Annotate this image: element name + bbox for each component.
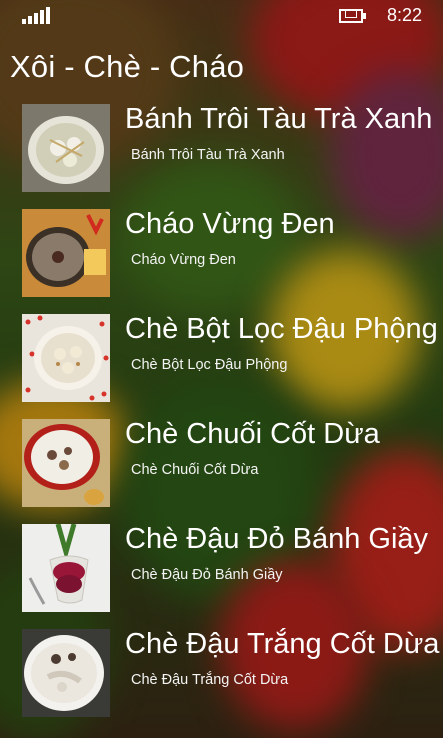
list-item[interactable]: Cháo Vừng Đen Cháo Vừng Đen [0,208,443,301]
signal-strength-icon [22,6,50,24]
recipe-subtitle: Chè Đậu Đỏ Bánh Giầy [131,567,283,583]
recipe-title: Chè Đậu Đỏ Bánh Giầy [125,523,429,555]
recipe-subtitle: Chè Bột Lọc Đậu Phộng [131,357,288,373]
recipe-title: Chè Chuối Cốt Dừa [125,418,380,450]
list-item[interactable]: Bánh Trôi Tàu Trà Xanh Bánh Trôi Tàu Trà… [0,103,443,196]
list-item[interactable]: Chè Đậu Đỏ Bánh Giầy Chè Đậu Đỏ Bánh Giầ… [0,523,443,616]
page-title: Xôi - Chè - Cháo [10,49,245,84]
recipe-thumbnail [22,209,110,297]
recipe-thumbnail [22,419,110,507]
battery-charging-icon [339,9,367,23]
recipe-thumbnail [22,629,110,717]
recipe-title: Chè Bột Lọc Đậu Phộng [125,313,438,345]
status-time: 8:22 [387,5,423,25]
recipe-subtitle: Cháo Vừng Đen [131,252,236,268]
status-bar: 8:22 [0,0,443,32]
recipe-title: Cháo Vừng Đen [125,208,335,240]
recipe-thumbnail [22,314,110,402]
recipe-subtitle: Chè Đậu Trắng Cốt Dừa [131,672,289,688]
recipe-title: Bánh Trôi Tàu Trà Xanh [125,103,433,135]
recipe-thumbnail [22,524,110,612]
list-item[interactable]: Chè Chuối Cốt Dừa Chè Chuối Cốt Dừa [0,418,443,511]
list-item[interactable]: Chè Đậu Trắng Cốt Dừa Chè Đậu Trắng Cốt … [0,628,443,721]
recipe-thumbnail [22,104,110,192]
recipe-title: Chè Đậu Trắng Cốt Dừa [125,628,440,660]
list-item[interactable]: Chè Bột Lọc Đậu Phộng Chè Bột Lọc Đậu Ph… [0,313,443,406]
recipe-subtitle: Chè Chuối Cốt Dừa [131,462,259,478]
recipe-subtitle: Bánh Trôi Tàu Trà Xanh [131,147,285,163]
